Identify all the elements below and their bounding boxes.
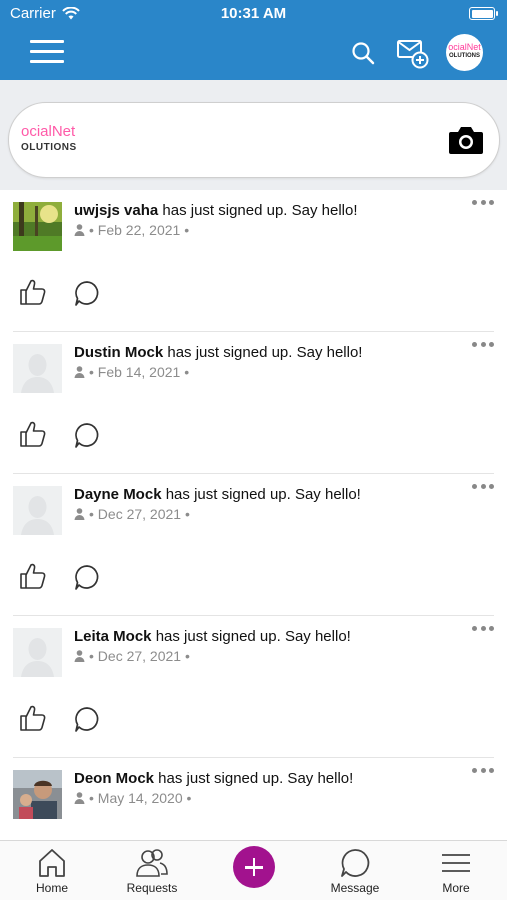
search-icon[interactable] [350,40,376,66]
post-meta: • Dec 27, 2021 • [74,506,190,522]
new-message-icon[interactable] [396,36,430,70]
tab-more[interactable]: More [421,847,491,900]
post-meta: • Feb 22, 2021 • [74,222,189,238]
tab-home[interactable]: Home [17,847,87,900]
post-action: has just signed up. Say hello! [158,202,358,219]
post-text: Deon Mock has just signed up. Say hello! [74,770,353,787]
feed-post: Dustin Mock has just signed up. Say hell… [0,332,507,474]
user-name[interactable]: Dustin Mock [74,344,163,361]
like-icon[interactable] [19,704,47,732]
post-meta: • May 14, 2020 • [74,790,191,806]
tab-message-label: Message [330,881,380,895]
feed-post: uwjsjs vaha has just signed up. Say hell… [0,190,507,332]
like-icon[interactable] [19,278,47,306]
post-action: has just signed up. Say hello! [154,770,354,787]
post-meta: • Dec 27, 2021 • [74,648,190,664]
message-icon [341,849,370,877]
comment-icon[interactable] [73,421,101,449]
post-text: Leita Mock has just signed up. Say hello… [74,628,351,645]
comment-icon[interactable] [73,705,101,733]
post-date: • May 14, 2020 • [89,790,192,806]
post-date: • Feb 22, 2021 • [89,222,190,238]
more-options-icon[interactable] [472,342,494,350]
clock: 10:31 AM [220,5,287,22]
user-avatar[interactable] [13,344,62,393]
post-text: uwjsjs vaha has just signed up. Say hell… [74,202,358,219]
brand-logo-top: ocialNet [21,123,76,140]
battery-icon [469,7,498,20]
menu-icon[interactable] [30,40,64,66]
privacy-user-icon [74,650,85,662]
tab-more-label: More [442,881,470,895]
post-date: • Dec 27, 2021 • [89,506,190,522]
more-options-icon[interactable] [472,768,494,776]
feed-post: Leita Mock has just signed up. Say hello… [0,616,507,758]
more-options-icon[interactable] [472,626,494,634]
post-action: has just signed up. Say hello! [163,344,363,361]
tab-message[interactable]: Message [320,847,390,900]
tab-requests-label: Requests [126,881,178,895]
brand-logo-bottom: OLUTIONS [21,142,77,153]
user-name[interactable]: Dayne Mock [74,486,162,503]
post-action: has just signed up. Say hello! [161,486,361,503]
activity-feed: uwjsjs vaha has just signed up. Say hell… [0,190,507,900]
comment-icon[interactable] [73,563,101,591]
avatar-logo-bottom: OLUTIONS [449,53,480,59]
brand-logo: ocialNet OLUTIONS [21,123,111,159]
user-avatar[interactable] [13,770,62,819]
tab-requests[interactable]: Requests [117,847,187,900]
user-avatar[interactable] [13,202,62,251]
more-options-icon[interactable] [472,200,494,208]
privacy-user-icon [74,792,85,804]
like-icon[interactable] [19,420,47,448]
post-date: • Dec 27, 2021 • [89,648,190,664]
profile-avatar[interactable]: ocialNet OLUTIONS [446,34,483,71]
post-action: has just signed up. Say hello! [151,628,351,645]
post-text: Dayne Mock has just signed up. Say hello… [74,486,361,503]
user-name[interactable]: Deon Mock [74,770,154,787]
avatar-logo-top: ocialNet [448,42,481,52]
post-meta: • Feb 14, 2021 • [74,364,189,380]
camera-icon[interactable] [448,125,484,155]
comment-icon[interactable] [73,279,101,307]
feed-post: Dayne Mock has just signed up. Say hello… [0,474,507,616]
user-avatar[interactable] [13,486,62,535]
post-text: Dustin Mock has just signed up. Say hell… [74,344,362,361]
post-date: • Feb 14, 2021 • [89,364,190,380]
home-icon [39,849,65,877]
privacy-user-icon [74,508,85,520]
privacy-user-icon [74,366,85,378]
privacy-user-icon [74,224,85,236]
add-post-button[interactable] [233,846,275,888]
more-options-icon[interactable] [472,484,494,492]
status-bar: Carrier 10:31 AM [0,0,507,28]
bottom-tab-bar: Home Requests Message More [0,840,507,900]
user-avatar[interactable] [13,628,62,677]
users-icon [136,849,168,877]
post-composer[interactable]: ocialNet OLUTIONS [8,102,500,178]
more-menu-icon [442,854,470,872]
user-name[interactable]: uwjsjs vaha [74,202,158,219]
top-nav: ocialNet OLUTIONS [0,28,507,80]
tab-home-label: Home [35,881,68,895]
user-name[interactable]: Leita Mock [74,628,152,645]
like-icon[interactable] [19,562,47,590]
